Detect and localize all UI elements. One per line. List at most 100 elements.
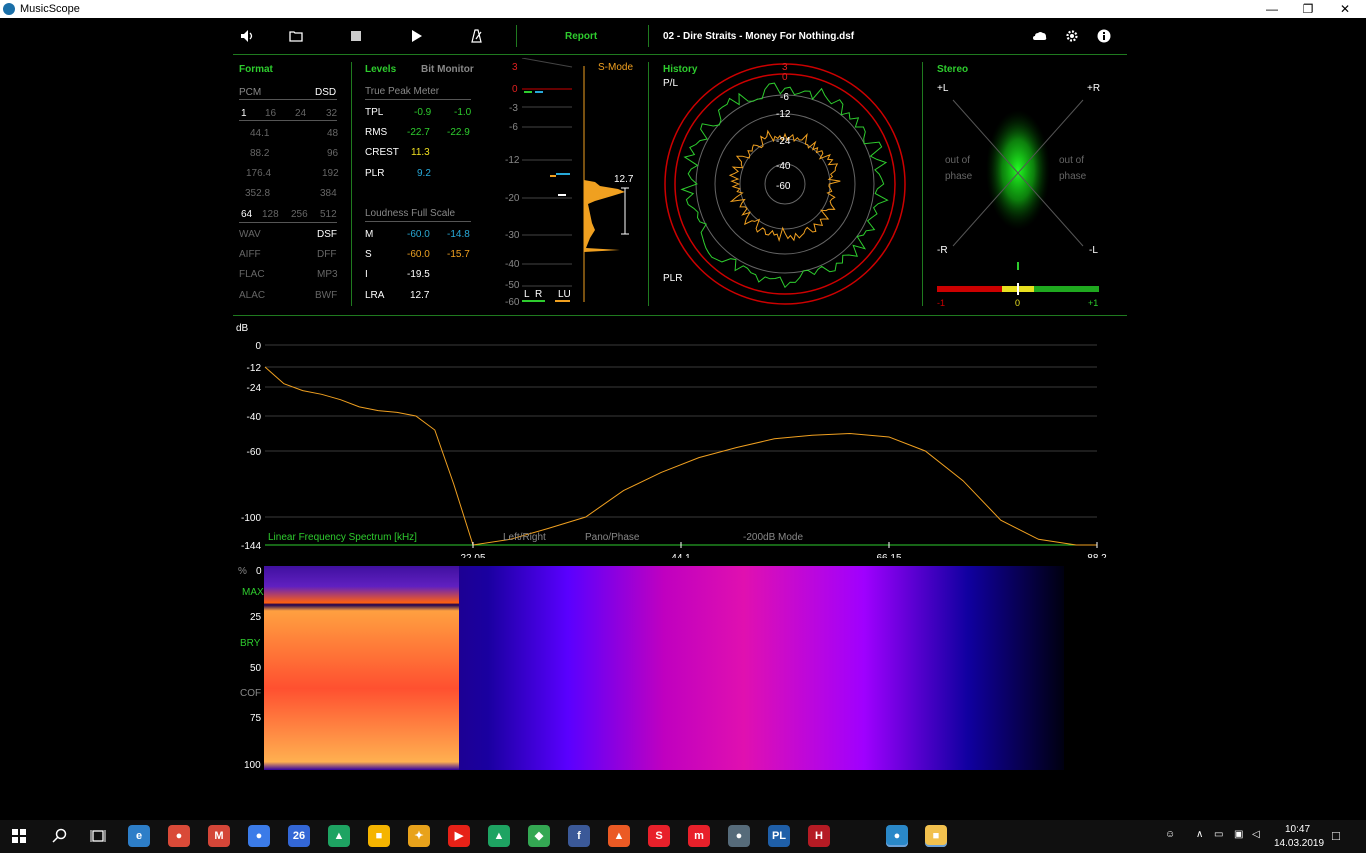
meter-r-label: R xyxy=(535,289,543,300)
y-tick-label: -40 xyxy=(247,412,262,423)
explorer-icon[interactable]: ■ xyxy=(925,825,947,847)
play-icon[interactable] xyxy=(408,28,424,44)
drive2-icon[interactable]: ▲ xyxy=(488,825,510,847)
info-icon[interactable] xyxy=(1096,28,1112,44)
youtube-icon[interactable]: ▶ xyxy=(448,825,470,847)
file-type: FLAC xyxy=(239,269,265,280)
close-button[interactable]: ✕ xyxy=(1327,0,1363,18)
metronome-icon[interactable] xyxy=(468,28,484,44)
m-label: M xyxy=(365,229,374,240)
edge-icon[interactable]: e xyxy=(128,825,150,847)
out-of-phase-right: phase xyxy=(1059,171,1087,182)
network-icon[interactable]: ▣ xyxy=(1234,829,1243,840)
gmail-icon[interactable]: M xyxy=(208,825,230,847)
facebook-icon[interactable]: f xyxy=(568,825,590,847)
app-logo-icon xyxy=(3,3,15,15)
spectrum-plot: 0 -12 -24 -40 -60 -100 -144 22.05 44.1 66.15 88.2 xyxy=(241,341,1107,558)
bit-depth: 16 xyxy=(265,108,277,119)
sample-rate: 192 xyxy=(322,168,339,179)
smode-button[interactable]: S-Mode xyxy=(598,62,633,73)
cloud-icon[interactable] xyxy=(1032,28,1048,44)
plr-label: PLR xyxy=(365,168,385,179)
volume-icon[interactable] xyxy=(239,28,255,44)
left-right-mode-button[interactable]: Left/Right xyxy=(503,532,546,543)
dsd-rate: 512 xyxy=(320,209,337,220)
s-value-b: -15.7 xyxy=(447,249,470,260)
file-type: BWF xyxy=(315,290,338,301)
i-label: I xyxy=(365,269,368,280)
notification-icon[interactable]: □ xyxy=(1332,828,1340,843)
resolve-icon[interactable]: ● xyxy=(728,825,750,847)
out-of-phase-right: out of xyxy=(1059,155,1085,166)
taskbar: e ● M ● 26 ▲ ■ ✦ ▶ ▲ ◆ f ▲ Sm ● PL H ● ■ ☺ ∧ ▭ ▣ ◁ 10:47 1… xyxy=(0,820,1366,853)
200db-mode-button[interactable]: -200dB Mode xyxy=(743,532,803,543)
chrome-icon[interactable]: ● xyxy=(168,825,190,847)
ring-label: -24 xyxy=(776,136,791,147)
sample-rate: 96 xyxy=(327,148,339,159)
out-of-phase-left: out of xyxy=(945,155,971,166)
true-peak-title: True Peak Meter xyxy=(365,86,440,97)
app-s-icon[interactable]: S xyxy=(648,825,670,847)
bit-monitor-tab[interactable]: Bit Monitor xyxy=(421,64,474,75)
drive-icon[interactable]: ▲ xyxy=(328,825,350,847)
meter-l-label: L xyxy=(524,289,530,300)
sample-rate: 176.4 xyxy=(246,168,272,179)
app-m-icon[interactable]: m xyxy=(688,825,710,847)
sample-rate: 48 xyxy=(327,128,339,139)
file-type: AIFF xyxy=(239,249,261,260)
restore-button[interactable]: ❐ xyxy=(1290,0,1326,18)
max-marker: MAX xyxy=(242,587,264,598)
meter-scale-label: -3 xyxy=(509,103,518,114)
battery-icon[interactable]: ▭ xyxy=(1214,829,1223,840)
search-icon[interactable] xyxy=(52,828,68,847)
app-h-icon[interactable]: H xyxy=(808,825,830,847)
file-type: DFF xyxy=(317,249,337,260)
report-button[interactable]: Report xyxy=(565,31,597,42)
office-icon[interactable]: ▲ xyxy=(608,825,630,847)
speaker-icon[interactable]: ◁ xyxy=(1252,829,1260,840)
stop-icon[interactable] xyxy=(348,28,364,44)
ring-label: 0 xyxy=(782,72,788,83)
meter-scale-label: -6 xyxy=(509,122,518,133)
tpl-label: TPL xyxy=(365,107,384,118)
spectrum-series-line xyxy=(264,366,1097,546)
spectrum-title: Linear Frequency Spectrum [kHz] xyxy=(268,532,417,543)
pano-phase-mode-button[interactable]: Pano/Phase xyxy=(585,532,640,543)
meter-scale-label: -12 xyxy=(505,155,520,166)
dsd-rate: 256 xyxy=(291,209,308,220)
meter-scale-label: 0 xyxy=(512,84,518,95)
musicscope-icon[interactable]: ● xyxy=(886,825,908,847)
gear-icon[interactable] xyxy=(1064,28,1080,44)
percent-label: % xyxy=(238,566,247,577)
keep-icon[interactable]: ■ xyxy=(368,825,390,847)
messenger-icon[interactable]: ● xyxy=(248,825,270,847)
calendar-icon[interactable]: 26 xyxy=(288,825,310,847)
task-view-icon[interactable] xyxy=(90,828,106,847)
cof-marker: COF xyxy=(240,688,262,699)
bry-marker: BRY xyxy=(240,638,261,649)
meter-scale-label: 3 xyxy=(512,62,518,73)
photos-icon[interactable]: ✦ xyxy=(408,825,430,847)
folder-icon[interactable] xyxy=(288,28,304,44)
clock-date[interactable]: 14.03.2019 xyxy=(1274,838,1324,849)
dsd-label: DSD xyxy=(315,87,337,98)
windows-start-icon[interactable] xyxy=(12,829,26,846)
maps-icon[interactable]: ◆ xyxy=(528,825,550,847)
meter-scale-label: -30 xyxy=(505,230,520,241)
s-value-a: -60.0 xyxy=(407,249,430,260)
sample-rate: 384 xyxy=(320,188,337,199)
lra-label: LRA xyxy=(365,290,385,301)
format-title: Format xyxy=(239,64,273,75)
plr-value: 9.2 xyxy=(417,168,431,179)
sample-rate: 352.8 xyxy=(245,188,271,199)
meter-scale-label: -20 xyxy=(505,193,520,204)
tray-chevron-icon[interactable]: ∧ xyxy=(1196,829,1203,840)
rms-right: -22.9 xyxy=(447,127,470,138)
minimize-button[interactable]: — xyxy=(1254,0,1290,18)
clock-time[interactable]: 10:47 xyxy=(1285,824,1310,835)
y-tick-label: 0 xyxy=(255,341,261,352)
pl-icon[interactable]: PL xyxy=(768,825,790,847)
people-icon[interactable]: ☺ xyxy=(1165,829,1175,840)
s-label: S xyxy=(365,249,372,260)
y-tick-label: -24 xyxy=(247,383,262,394)
